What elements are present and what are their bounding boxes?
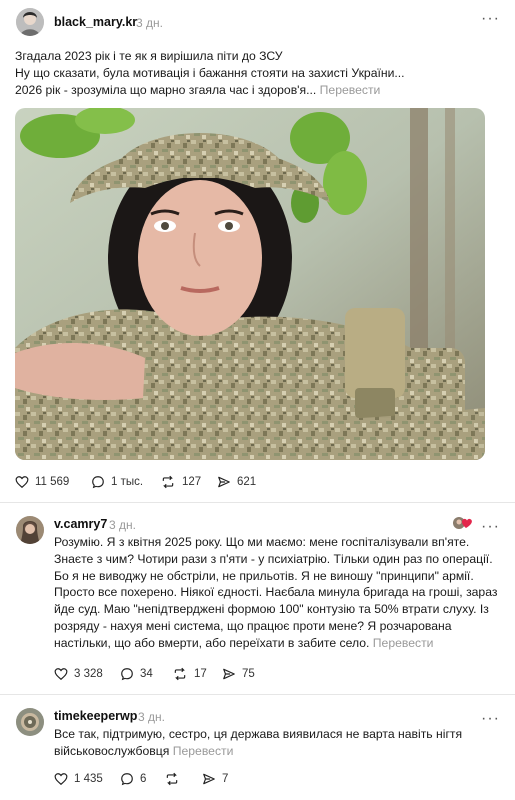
reply-time: 3 дн.: [138, 710, 165, 724]
post-text-line-2: Ну що сказати, була мотивація і бажання …: [15, 65, 405, 80]
reaction-badge: [452, 516, 474, 530]
comment-icon: [121, 773, 133, 786]
username[interactable]: v.camry7: [54, 517, 107, 531]
more-options-icon[interactable]: ···: [481, 711, 500, 727]
reply-line-2: Знаєте з чим? Чотири рази з п'яти - у пс…: [54, 551, 493, 566]
reply-actions: 1 435 6 7: [54, 769, 474, 789]
reply-line-2: військовослужбовця: [54, 743, 170, 758]
send-icon: [218, 476, 230, 488]
comments-count: 1 тыс.: [111, 476, 144, 488]
reply-time: 3 дн.: [109, 518, 136, 532]
more-options-icon[interactable]: ···: [481, 519, 500, 535]
avatar[interactable]: [16, 708, 44, 736]
repost-button[interactable]: 127: [160, 472, 201, 492]
reply-text: Все так, підтримую, сестро, ця держава в…: [54, 726, 509, 760]
comment-icon: [121, 668, 133, 681]
username[interactable]: black_mary.kr: [54, 15, 137, 29]
reply-actions: 3 328 34 17 75: [54, 664, 474, 684]
reply-line-3: Бо я не виводжу не обстріли, не прильоті…: [54, 568, 474, 583]
comment-button[interactable]: 34: [120, 664, 153, 684]
reply-post: timekeeperwp 3 дн. ··· Все так, підтриму…: [0, 696, 515, 800]
likes-count: 3 328: [74, 668, 103, 680]
divider: [0, 502, 515, 503]
send-icon: [203, 773, 215, 785]
repost-icon: [162, 475, 174, 489]
reply-text: Розумію. Я з квітня 2025 року. Що ми має…: [54, 534, 509, 652]
heart-icon: [54, 668, 68, 681]
reply-line-7-wrap: настільки, що або вмерти, або переїхати …: [54, 635, 509, 652]
reply-line-5: йде суд. Маю "непідтверджені формою 100"…: [54, 602, 489, 617]
post-text: Згадала 2023 рік і те як я вирішила піти…: [15, 48, 495, 98]
share-button[interactable]: 621: [217, 472, 256, 492]
share-button[interactable]: 7: [202, 769, 228, 789]
like-button[interactable]: 11 569: [15, 472, 69, 492]
shares-count: 621: [237, 476, 257, 488]
translate-link[interactable]: Перевести: [173, 744, 234, 758]
likes-count: 11 569: [35, 476, 70, 488]
reply-post: v.camry7 3 дн. ··· Розумію. Я з квітня 2…: [0, 504, 515, 694]
main-post: black_mary.kr 3 дн. ··· Згадала 2023 рік…: [0, 0, 515, 500]
reply-line-4: Просто все похерено. Ніякої єдності. Нає…: [54, 585, 498, 600]
reposts-count: 17: [194, 668, 207, 680]
photo-illustration: [15, 108, 485, 460]
post-time: 3 дн.: [136, 16, 163, 30]
reply-line-6: розряду - нахуя мені система, що працює …: [54, 618, 452, 633]
comments-count: 6: [140, 773, 147, 785]
more-options-icon[interactable]: ···: [481, 11, 500, 27]
reply-line-1: Все так, підтримую, сестро, ця держава в…: [54, 727, 463, 741]
post-text-line-3-wrap: 2026 рік - зрозуміла що марно згаяла час…: [15, 82, 495, 99]
post-actions: 11 569 1 тыс. 127 621: [15, 472, 495, 492]
comments-count: 34: [140, 668, 153, 680]
avatar[interactable]: [16, 516, 44, 544]
repost-icon: [174, 667, 186, 681]
post-text-line-3: 2026 рік - зрозуміла що марно згаяла час…: [15, 82, 317, 97]
like-button[interactable]: 3 328: [54, 664, 103, 684]
likes-count: 1 435: [74, 773, 103, 785]
comment-icon: [92, 476, 104, 489]
send-icon: [223, 668, 235, 680]
translate-link[interactable]: Перевести: [320, 83, 381, 97]
comment-button[interactable]: 1 тыс.: [91, 472, 143, 492]
avatar[interactable]: [16, 8, 44, 36]
reply-line-7: настільки, що або вмерти, або переїхати …: [54, 635, 370, 650]
translate-link[interactable]: Перевести: [373, 636, 434, 650]
post-photo[interactable]: [15, 108, 485, 460]
repost-button[interactable]: [164, 769, 186, 789]
repost-button[interactable]: 17: [172, 664, 207, 684]
share-button[interactable]: 75: [222, 664, 255, 684]
post-text-line-1: Згадала 2023 рік і те як я вирішила піти…: [15, 49, 283, 63]
reposts-count: 127: [182, 476, 202, 488]
heart-icon: [15, 476, 29, 489]
like-button[interactable]: 1 435: [54, 769, 103, 789]
username[interactable]: timekeeperwp: [54, 709, 137, 723]
divider: [0, 694, 515, 695]
reply-line-1: Розумію. Я з квітня 2025 року. Що ми має…: [54, 535, 470, 549]
shares-count: 7: [222, 773, 229, 785]
heart-icon: [54, 773, 68, 786]
reply-line-2-wrap: військовослужбовця Перевести: [54, 743, 509, 760]
shares-count: 75: [242, 668, 255, 680]
comment-button[interactable]: 6: [120, 769, 146, 789]
repost-icon: [166, 772, 178, 786]
